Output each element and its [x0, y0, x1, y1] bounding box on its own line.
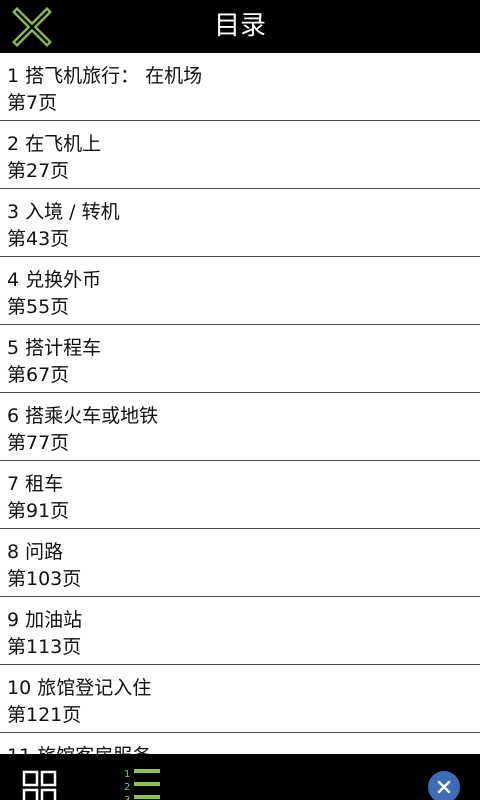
toc-item-page: 第91页 — [7, 500, 70, 522]
grid-view-button[interactable] — [22, 770, 58, 800]
toc-item-title: 6 搭乘火车或地铁 — [7, 405, 159, 427]
grid-view-icon — [22, 770, 57, 800]
toc-item-page: 第55页 — [7, 296, 70, 318]
svg-text:3: 3 — [124, 795, 130, 800]
close-icon — [437, 780, 451, 794]
toc-item-title: 8 问路 — [7, 541, 64, 563]
toc-item-page: 第103页 — [7, 568, 82, 590]
toc-item-11[interactable]: 11 旅馆客房服务 — [0, 733, 480, 754]
toc-item-3[interactable]: 3 入境 / 转机 第43页 — [0, 189, 480, 257]
top-bar: 目录 — [0, 0, 480, 53]
toc-item-title: 1 搭飞机旅行： 在机场 — [7, 65, 203, 87]
toc-item-title: 11 旅馆客房服务 — [7, 741, 151, 754]
toc-item-4[interactable]: 4 兑换外币 第55页 — [0, 257, 480, 325]
page-title: 目录 — [213, 11, 266, 41]
toc-item-2[interactable]: 2 在飞机上 第27页 — [0, 121, 480, 189]
toc-item-6[interactable]: 6 搭乘火车或地铁 第77页 — [0, 393, 480, 461]
toc-item-10[interactable]: 10 旅馆登记入住 第121页 — [0, 665, 480, 733]
floating-close-button[interactable] — [428, 771, 460, 800]
toc-item-title: 3 入境 / 转机 — [7, 201, 120, 223]
toc-item-page: 第67页 — [7, 364, 70, 386]
toc-item-page: 第43页 — [7, 228, 70, 250]
toc-item-page: 第113页 — [7, 636, 82, 658]
toc-item-title: 7 租车 — [7, 473, 64, 495]
toc-item-7[interactable]: 7 租车 第91页 — [0, 461, 480, 529]
toc-item-1[interactable]: 1 搭飞机旅行： 在机场 第7页 — [0, 53, 480, 121]
toc-item-8[interactable]: 8 问路 第103页 — [0, 529, 480, 597]
list-view-button[interactable]: 1 2 3 — [122, 766, 162, 800]
toc-item-title: 9 加油站 — [7, 609, 83, 631]
svg-text:1: 1 — [124, 769, 130, 780]
toc-item-title: 4 兑换外币 — [7, 269, 102, 291]
toc-item-page: 第121页 — [7, 704, 82, 726]
toc-item-title: 5 搭计程车 — [7, 337, 102, 359]
toc-item-page: 第27页 — [7, 160, 70, 182]
bottom-toolbar: 1 2 3 — [0, 754, 480, 800]
svg-text:2: 2 — [124, 782, 130, 793]
toc-item-9[interactable]: 9 加油站 第113页 — [0, 597, 480, 665]
numbered-list-icon: 1 2 3 — [124, 769, 160, 800]
toc-item-title: 10 旅馆登记入住 — [7, 677, 152, 699]
toc-item-page: 第7页 — [7, 92, 58, 114]
toc-item-5[interactable]: 5 搭计程车 第67页 — [0, 325, 480, 393]
table-of-contents[interactable]: 1 搭飞机旅行： 在机场 第7页 2 在飞机上 第27页 3 入境 / 转机 第… — [0, 53, 480, 754]
toc-item-page: 第77页 — [7, 432, 70, 454]
toc-item-title: 2 在飞机上 — [7, 133, 102, 155]
